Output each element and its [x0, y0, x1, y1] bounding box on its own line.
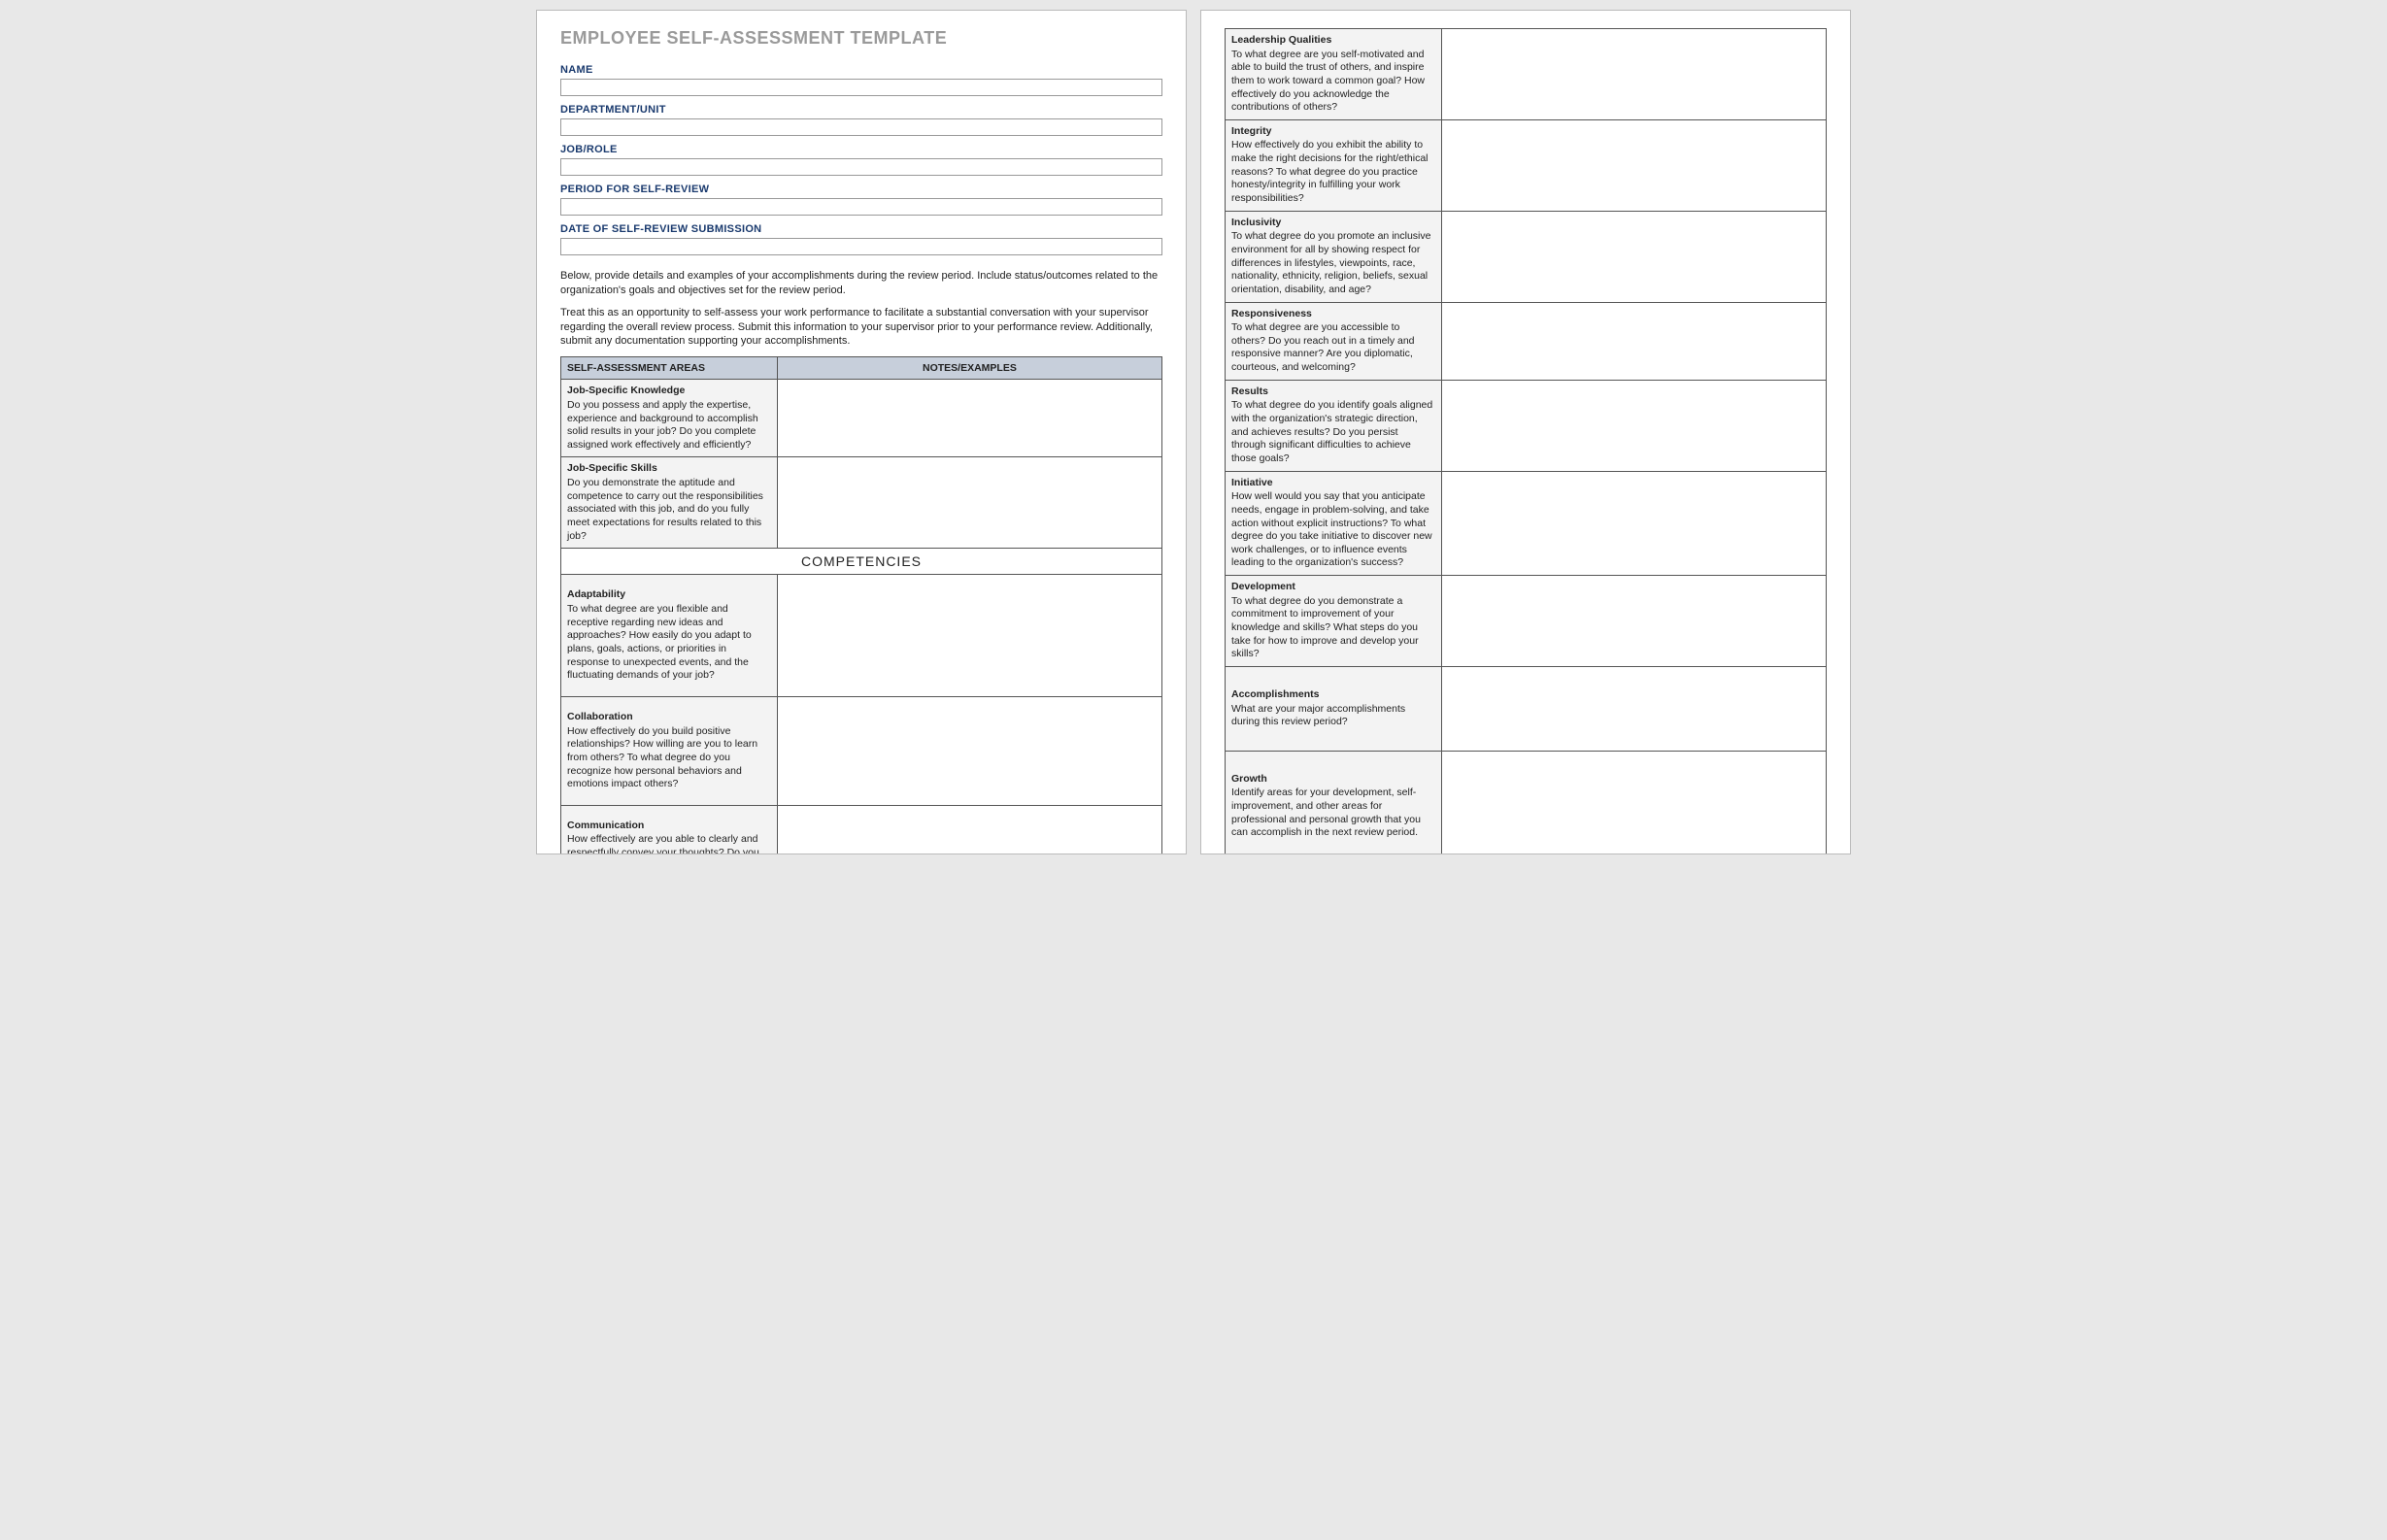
notes-cell[interactable] [1441, 666, 1826, 751]
assessment-area-cell: InitiativeHow well would you say that yo… [1226, 471, 1442, 575]
table-row: CollaborationHow effectively do you buil… [561, 696, 1162, 805]
table-row: InclusivityTo what degree do you promote… [1226, 211, 1827, 302]
notes-cell[interactable] [777, 696, 1161, 805]
page-1: EMPLOYEE SELF-ASSESSMENT TEMPLATE NAME D… [536, 10, 1187, 854]
row-title: Inclusivity [1231, 217, 1435, 230]
job-label: JOB/ROLE [560, 144, 1162, 155]
row-description: How effectively do you exhibit the abili… [1231, 139, 1429, 204]
table-row: Job-Specific KnowledgeDo you possess and… [561, 380, 1162, 457]
assessment-table: SELF-ASSESSMENT AREAS NOTES/EXAMPLES Job… [560, 356, 1162, 854]
row-title: Job-Specific Skills [567, 462, 771, 476]
department-input[interactable] [560, 118, 1162, 136]
row-description: To what degree do you demonstrate a comm… [1231, 595, 1419, 660]
submission-date-label: DATE OF SELF-REVIEW SUBMISSION [560, 223, 1162, 235]
table-row: Leadership QualitiesTo what degree are y… [1226, 29, 1827, 120]
notes-cell[interactable] [1441, 471, 1826, 575]
notes-cell[interactable] [1441, 380, 1826, 471]
name-field-group: NAME [560, 64, 1162, 96]
assessment-area-cell: DevelopmentTo what degree do you demonst… [1226, 576, 1442, 667]
name-input[interactable] [560, 79, 1162, 96]
row-description: How effectively are you able to clearly … [567, 833, 759, 854]
table-row: InitiativeHow well would you say that yo… [1226, 471, 1827, 575]
row-title: Job-Specific Knowledge [567, 385, 771, 398]
notes-cell[interactable] [1441, 211, 1826, 302]
row-description: What are your major accomplishments duri… [1231, 703, 1405, 728]
assessment-area-cell: InclusivityTo what degree do you promote… [1226, 211, 1442, 302]
row-description: Identify areas for your development, sel… [1231, 787, 1421, 838]
submission-date-field-group: DATE OF SELF-REVIEW SUBMISSION [560, 223, 1162, 255]
row-description: Do you possess and apply the expertise, … [567, 399, 758, 451]
row-description: How well would you say that you anticipa… [1231, 490, 1432, 568]
row-title: Adaptability [567, 588, 771, 602]
period-input[interactable] [560, 198, 1162, 216]
assessment-area-cell: ResultsTo what degree do you identify go… [1226, 380, 1442, 471]
assessment-area-cell: Job-Specific KnowledgeDo you possess and… [561, 380, 778, 457]
table-row: DevelopmentTo what degree do you demonst… [1226, 576, 1827, 667]
job-input[interactable] [560, 158, 1162, 176]
assessment-area-cell: AdaptabilityTo what degree are you flexi… [561, 575, 778, 696]
row-description: Do you demonstrate the aptitude and comp… [567, 477, 763, 542]
table-row: ResponsivenessTo what degree are you acc… [1226, 302, 1827, 380]
row-title: Leadership Qualities [1231, 34, 1435, 48]
table-row: GrowthIdentify areas for your developmen… [1226, 751, 1827, 854]
row-description: To what degree do you identify goals ali… [1231, 399, 1432, 464]
table-row: CommunicationHow effectively are you abl… [561, 805, 1162, 854]
table-row: ResultsTo what degree do you identify go… [1226, 380, 1827, 471]
row-description: How effectively do you build positive re… [567, 725, 757, 790]
assessment-table-continued: Leadership QualitiesTo what degree are y… [1225, 28, 1827, 854]
assessment-area-cell: Leadership QualitiesTo what degree are y… [1226, 29, 1442, 120]
header-areas: SELF-ASSESSMENT AREAS [561, 357, 778, 380]
assessment-area-cell: CommunicationHow effectively are you abl… [561, 805, 778, 854]
row-title: Responsiveness [1231, 308, 1435, 321]
period-label: PERIOD FOR SELF-REVIEW [560, 184, 1162, 195]
assessment-area-cell: AccomplishmentsWhat are your major accom… [1226, 666, 1442, 751]
notes-cell[interactable] [777, 380, 1161, 457]
row-title: Results [1231, 385, 1435, 399]
notes-cell[interactable] [1441, 29, 1826, 120]
row-title: Integrity [1231, 125, 1435, 139]
table-row: Job-Specific SkillsDo you demonstrate th… [561, 457, 1162, 549]
assessment-area-cell: GrowthIdentify areas for your developmen… [1226, 751, 1442, 854]
name-label: NAME [560, 64, 1162, 76]
notes-cell[interactable] [777, 457, 1161, 549]
department-field-group: DEPARTMENT/UNIT [560, 104, 1162, 136]
period-field-group: PERIOD FOR SELF-REVIEW [560, 184, 1162, 216]
row-description: To what degree are you flexible and rece… [567, 603, 752, 681]
assessment-area-cell: CollaborationHow effectively do you buil… [561, 696, 778, 805]
instructions-p1: Below, provide details and examples of y… [560, 269, 1162, 298]
row-description: To what degree do you promote an inclusi… [1231, 230, 1430, 295]
table-row: AdaptabilityTo what degree are you flexi… [561, 575, 1162, 696]
row-description: To what degree are you self-motivated an… [1231, 49, 1425, 114]
table-row: AccomplishmentsWhat are your major accom… [1226, 666, 1827, 751]
row-title: Collaboration [567, 711, 771, 724]
notes-cell[interactable] [1441, 751, 1826, 854]
row-title: Initiative [1231, 477, 1435, 490]
assessment-area-cell: Job-Specific SkillsDo you demonstrate th… [561, 457, 778, 549]
notes-cell[interactable] [777, 575, 1161, 696]
row-title: Communication [567, 820, 771, 833]
header-notes: NOTES/EXAMPLES [777, 357, 1161, 380]
row-title: Accomplishments [1231, 688, 1435, 702]
page-title: EMPLOYEE SELF-ASSESSMENT TEMPLATE [560, 28, 1162, 49]
assessment-area-cell: IntegrityHow effectively do you exhibit … [1226, 119, 1442, 211]
competencies-header: COMPETENCIES [561, 549, 1162, 575]
row-title: Growth [1231, 773, 1435, 787]
row-title: Development [1231, 581, 1435, 594]
submission-date-input[interactable] [560, 238, 1162, 255]
row-description: To what degree are you accessible to oth… [1231, 321, 1415, 373]
table-row: IntegrityHow effectively do you exhibit … [1226, 119, 1827, 211]
notes-cell[interactable] [1441, 576, 1826, 667]
page-2: Leadership QualitiesTo what degree are y… [1200, 10, 1851, 854]
instructions: Below, provide details and examples of y… [560, 269, 1162, 349]
notes-cell[interactable] [1441, 119, 1826, 211]
notes-cell[interactable] [1441, 302, 1826, 380]
assessment-area-cell: ResponsivenessTo what degree are you acc… [1226, 302, 1442, 380]
department-label: DEPARTMENT/UNIT [560, 104, 1162, 116]
instructions-p2: Treat this as an opportunity to self-ass… [560, 306, 1162, 350]
notes-cell[interactable] [777, 805, 1161, 854]
job-field-group: JOB/ROLE [560, 144, 1162, 176]
